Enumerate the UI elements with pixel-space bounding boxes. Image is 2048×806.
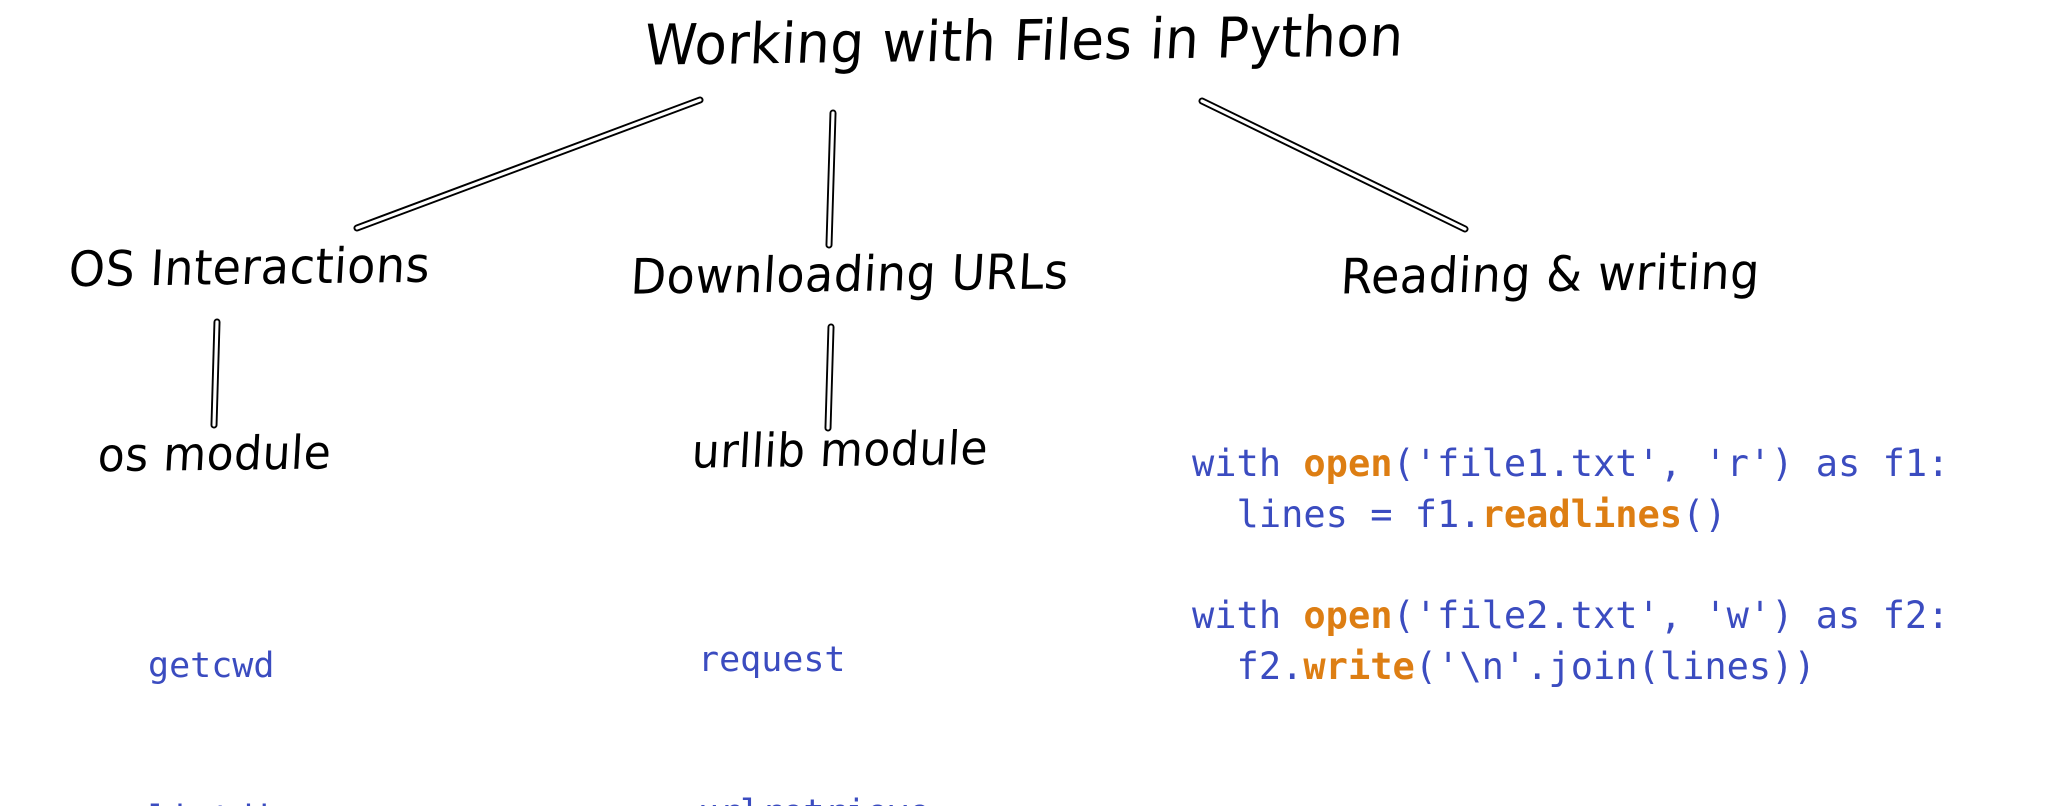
code-token: write — [1303, 645, 1415, 688]
branch-label-os-interactions-text: OS Interactions — [67, 236, 433, 298]
module-label-urllib-text: urllib module — [690, 421, 990, 480]
code-token: open — [1303, 442, 1393, 485]
function-list-os: getcwd listdir makedirs ... — [148, 539, 348, 806]
module-label-os-text: os module — [96, 426, 334, 483]
code-token: () — [1682, 493, 1727, 536]
branch-label-os-interactions: OS Interactions — [0, 236, 500, 298]
code-token: ('file1.txt', 'r') as f1: — [1392, 442, 1950, 485]
code-block-write: with open('file2.txt', 'w') as f2: f2.wr… — [1192, 590, 1949, 692]
diagram-title-text: Working with Files in Python — [642, 4, 1406, 79]
connector-os-to-module — [210, 318, 221, 429]
code-line: lines = f1.readlines() — [1192, 489, 1949, 540]
code-token: with — [1192, 594, 1304, 637]
module-label-os: os module — [20, 426, 410, 483]
code-line: with open('file2.txt', 'w') as f2: — [1192, 590, 1949, 641]
function-list-urllib: request urlretrieve ... — [698, 533, 970, 806]
code-token: ('file2.txt', 'w') as f2: — [1392, 594, 1950, 637]
code-token: f2. — [1192, 645, 1304, 688]
code-token: open — [1303, 594, 1393, 637]
diagram-title: Working with Files in Python — [0, 5, 2048, 79]
connector-title-to-os — [353, 96, 704, 232]
branch-label-downloading-urls: Downloading URLs — [580, 243, 1120, 306]
function-list-item: urlretrieve — [698, 788, 970, 806]
function-list-item: getcwd — [148, 646, 275, 686]
connector-title-to-readwrite — [1198, 97, 1469, 233]
connector-urls-to-module — [824, 323, 835, 432]
branch-label-reading-writing: Reading & writing — [1280, 243, 1820, 305]
diagram-canvas: Working with Files in Python OS Interact… — [0, 0, 2048, 806]
code-line: f2.write('\n'.join(lines)) — [1192, 641, 1949, 692]
module-label-urllib: urllib module — [560, 422, 1120, 480]
code-token: readlines — [1481, 493, 1683, 536]
code-token: lines = f1. — [1192, 493, 1482, 536]
function-list-item: request — [698, 640, 846, 680]
code-token: with — [1192, 442, 1304, 485]
function-list-item: listdir — [148, 794, 348, 806]
code-block-read: with open('file1.txt', 'r') as f1: lines… — [1192, 438, 1949, 540]
connector-title-to-urls — [825, 109, 837, 249]
branch-label-reading-writing-text: Reading & writing — [1338, 242, 1762, 306]
code-line: with open('file1.txt', 'r') as f1: — [1192, 438, 1949, 489]
branch-label-downloading-urls-text: Downloading URLs — [629, 242, 1071, 306]
code-token: ('\n'.join(lines)) — [1414, 645, 1816, 688]
